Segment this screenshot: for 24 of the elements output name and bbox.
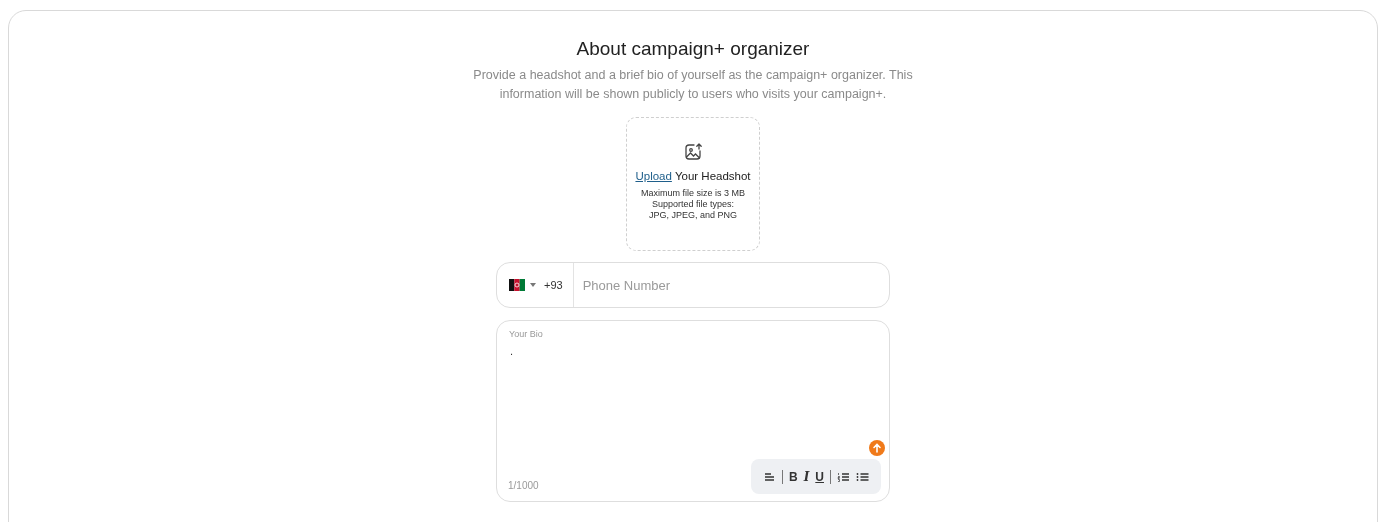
align-icon[interactable] [763,470,776,483]
bio-field[interactable]: Your Bio . 1/1000 B I U [496,320,890,502]
bullet-list-icon[interactable] [856,470,869,483]
italic-button[interactable]: I [803,469,810,484]
character-counter: 1/1000 [508,479,539,493]
upload-note: Supported file types: [651,199,735,211]
numbered-list-icon[interactable] [837,470,850,483]
phone-field[interactable]: +93 Phone Number [496,262,890,308]
flag-icon[interactable] [509,279,525,291]
description-text: Provide a headshot and a brief bio of yourself as the campaign+ organizer. This information will be shown publicly to users who visits your campaign+. [472,67,914,103]
section-title: About campaign+ organizer [576,37,810,61]
image-upload-icon [683,142,703,162]
bio-text: . [510,344,514,359]
bold-button[interactable]: B [789,469,798,484]
phone-input[interactable]: Phone Number [573,263,889,307]
upload-link[interactable]: Upload [635,170,672,182]
bio-label: Your Bio [509,328,543,341]
dial-code: +93 [544,277,563,293]
dropdown-caret-icon[interactable] [530,283,536,287]
upload-note: Maximum file size is 3 MB [641,188,745,200]
underline-button[interactable]: U [815,469,824,484]
upload-area[interactable]: Upload Your Headshot Maximum file size is 3 MB Supported file types: JPG, JPEG, and PNG [626,117,760,251]
upload-label: Your Headshot [674,170,751,182]
upload-note: JPG, JPEG, and PNG [649,210,737,222]
